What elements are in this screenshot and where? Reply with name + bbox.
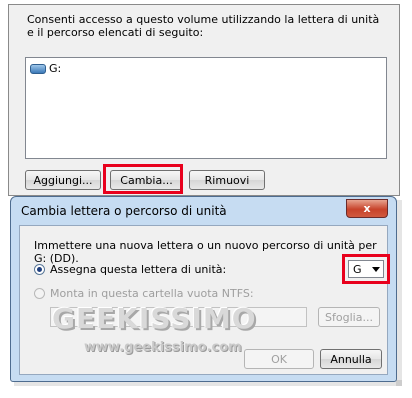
drive-paths-list[interactable]: G: — [25, 57, 387, 159]
dialog-title: Cambia lettera o percorso di unità — [21, 204, 227, 218]
drive-letter-select[interactable]: G — [348, 260, 384, 278]
close-icon: x — [363, 202, 371, 215]
chevron-down-icon — [372, 266, 380, 272]
drive-paths-dialog: Consenti accesso a questo volume utilizz… — [8, 4, 400, 196]
drive-letter-value: G — [353, 262, 362, 276]
change-button[interactable]: Cambia... — [110, 170, 183, 190]
drive-icon — [30, 63, 46, 74]
dialog-prompt: Immettere una nuova lettera o un nuovo p… — [34, 239, 377, 265]
volume-access-description: Consenti accesso a questo volume utilizz… — [27, 13, 380, 39]
ok-button[interactable]: OK — [244, 349, 314, 369]
remove-button[interactable]: Rimuovi — [189, 170, 265, 190]
cancel-button[interactable]: Annulla — [320, 349, 382, 369]
list-item[interactable]: G: — [30, 62, 61, 75]
browse-button[interactable]: Sfoglia... — [318, 307, 380, 327]
assign-letter-label[interactable]: Assegna questa lettera di unità: — [50, 263, 226, 276]
change-drive-letter-dialog: Cambia lettera o percorso di unità x Imm… — [10, 196, 397, 382]
add-button[interactable]: Aggiungi... — [25, 170, 101, 190]
close-button[interactable]: x — [346, 199, 388, 218]
watermark-url: www.geekissimo.com — [84, 340, 242, 355]
assign-letter-radio[interactable] — [34, 264, 45, 275]
dialog-body: Immettere una nuova lettera o un nuovo p… — [19, 225, 388, 375]
mount-folder-label[interactable]: Monta in questa cartella vuota NTFS: — [50, 287, 254, 300]
watermark-logo: GEEKISSIMO — [52, 302, 257, 335]
list-item-label: G: — [49, 62, 62, 75]
mount-folder-radio[interactable] — [34, 288, 45, 299]
